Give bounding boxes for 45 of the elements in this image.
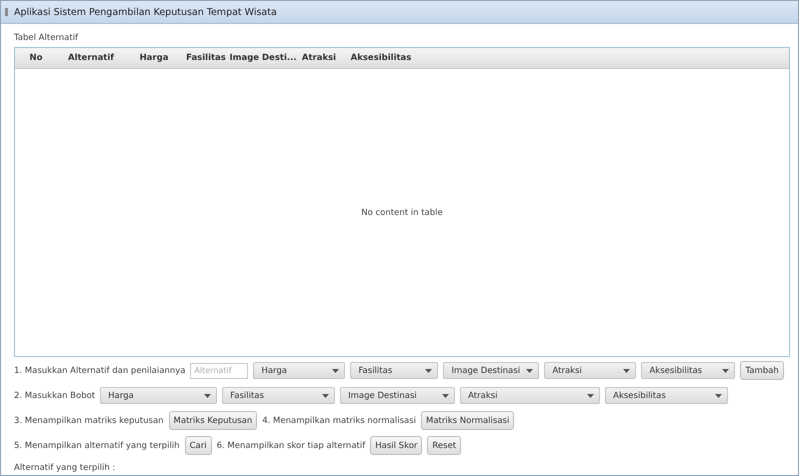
step-label: 4. Menampilkan matriks normalisasi — [262, 416, 416, 426]
criteria-dropdown[interactable]: Image Destinasi — [443, 362, 540, 379]
caret-icon — [442, 394, 450, 398]
table-label: Tabel Alternatif — [14, 33, 80, 43]
caret-icon — [623, 368, 630, 372]
criteria-dropdown[interactable]: Atraksi — [544, 362, 636, 379]
criteria-dropdown[interactable]: Atraksi — [460, 387, 600, 404]
empty-table-message: No content in table — [361, 208, 443, 218]
criteria-dropdown[interactable]: Harga — [100, 387, 218, 404]
step-label: 1. Masukkan Alternatif dan penilaiannya — [14, 366, 186, 376]
criteria-dropdown[interactable]: Fasilitas — [350, 362, 438, 379]
column-header[interactable]: Image Desti... — [229, 53, 297, 63]
column-header[interactable]: Aksesibilitas — [341, 53, 421, 63]
step-label: 6. Menampilkan skor tiap alternatif — [216, 440, 366, 450]
criteria-dropdown[interactable]: Fasilitas — [222, 387, 336, 404]
criteria-dropdown[interactable]: Aksesibilitas — [605, 387, 728, 404]
caret-icon — [526, 368, 534, 372]
action-button[interactable]: Reset — [427, 436, 462, 455]
criteria-dropdown[interactable]: Image Destinasi — [340, 387, 456, 404]
caret-icon — [204, 394, 212, 398]
step-label: 5. Menampilkan alternatif yang terpilih — [14, 440, 180, 450]
action-button[interactable]: Matriks Normalisasi — [421, 411, 514, 430]
app-icon — [4, 7, 10, 17]
column-header[interactable]: Atraksi — [297, 53, 341, 63]
column-header[interactable]: Harga — [125, 53, 183, 63]
criteria-dropdown[interactable]: Harga — [253, 362, 346, 379]
caret-icon — [722, 368, 730, 372]
caret-icon — [425, 368, 432, 372]
window-title: Aplikasi Sistem Pengambilan Keputusan Tempat Wisata — [14, 6, 277, 18]
caret-icon — [715, 394, 722, 398]
alternative-input-field[interactable]: Alternatif — [190, 362, 248, 378]
action-button[interactable]: Cari — [184, 436, 212, 455]
result-label: Alternatif yang terpilih : — [14, 463, 116, 473]
action-button[interactable]: Tambah — [740, 361, 784, 380]
criteria-dropdown[interactable]: Aksesibilitas — [641, 362, 736, 379]
caret-icon — [587, 394, 594, 398]
step-label: 3. Menampilkan matriks keputusan — [14, 416, 164, 426]
action-button[interactable]: Hasil Skor — [370, 436, 422, 455]
column-header[interactable]: Fasilitas — [183, 53, 229, 63]
caret-icon — [322, 394, 330, 398]
step-label: 2. Masukkan Bobot — [14, 390, 96, 400]
action-button[interactable]: Matriks Keputusan — [168, 411, 258, 430]
caret-icon — [332, 368, 340, 372]
column-header[interactable]: Alternatif — [57, 53, 125, 63]
column-header[interactable]: No — [15, 53, 57, 63]
